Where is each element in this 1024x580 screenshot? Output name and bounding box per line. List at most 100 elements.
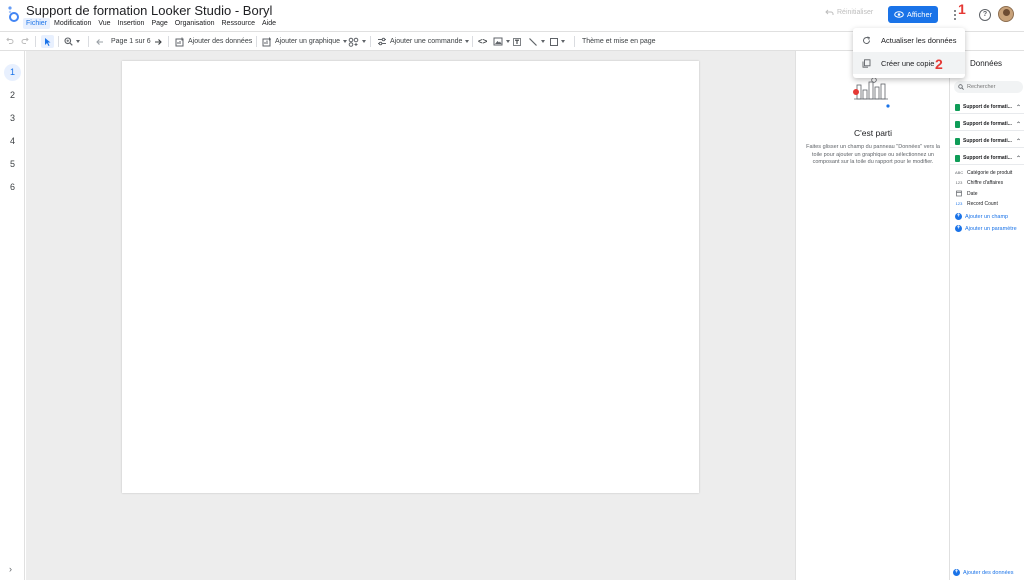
google-sheets-icon: [955, 103, 960, 111]
community-viz-button[interactable]: [348, 35, 366, 48]
chevron-right-icon[interactable]: ›: [9, 564, 12, 574]
eye-icon: [894, 11, 904, 18]
menu-organisation[interactable]: Organisation: [172, 18, 218, 29]
data-source-name: Support de formati...: [963, 155, 1012, 161]
page-thumb-4[interactable]: 4: [4, 133, 21, 150]
header: Support de formation Looker Studio - Bor…: [0, 0, 1024, 31]
add-data-label: Ajouter des données: [188, 38, 253, 45]
page-thumb-5[interactable]: 5: [4, 156, 21, 173]
menu-bar: Fichier Modification Vue Insertion Page …: [23, 18, 280, 29]
plus-circle-icon: +: [953, 569, 960, 576]
menu-insertion[interactable]: Insertion: [115, 18, 148, 29]
menu-fichier[interactable]: Fichier: [23, 18, 51, 29]
add-parameter-button[interactable]: + Ajouter un paramètre: [955, 224, 1017, 233]
page-thumb-2[interactable]: 2: [4, 87, 21, 104]
view-button[interactable]: Afficher: [888, 6, 938, 23]
zoom-icon: [64, 37, 73, 46]
google-sheets-icon: [955, 154, 960, 162]
data-source-row[interactable]: Support de formati... ⌃: [950, 118, 1024, 131]
looker-studio-app: Support de formation Looker Studio - Bor…: [0, 0, 1024, 580]
add-chart-button[interactable]: Ajouter un graphique: [262, 35, 347, 48]
text-box-button[interactable]: [512, 35, 522, 48]
chevron-down-icon: [362, 40, 366, 43]
data-source-row[interactable]: Support de formati... ⌃: [950, 135, 1024, 148]
chevron-down-icon: [541, 40, 545, 43]
embed-code-icon[interactable]: <>: [478, 35, 487, 48]
expand-collapse-icon[interactable]: ⌃: [1016, 121, 1021, 128]
field-row[interactable]: 123 Record Count: [955, 199, 998, 208]
next-page-button[interactable]: [154, 35, 162, 48]
undo-arrow-icon: [825, 9, 834, 15]
search-icon: [958, 84, 964, 90]
undo-icon[interactable]: [6, 37, 14, 45]
add-data-button[interactable]: Ajouter des données: [175, 35, 252, 48]
menu-aide[interactable]: Aide: [259, 18, 279, 29]
reset-button[interactable]: Réinitialiser: [825, 9, 873, 16]
field-name: Date: [967, 190, 978, 197]
data-search-box[interactable]: [954, 81, 1023, 93]
expand-collapse-icon[interactable]: ⌃: [1016, 138, 1021, 145]
make-copy-menu-item[interactable]: Créer une copie: [853, 52, 965, 74]
add-data-footer-button[interactable]: + Ajouter des données: [953, 568, 1013, 577]
field-name: Record Count: [967, 200, 998, 207]
menu-vue[interactable]: Vue: [95, 18, 113, 29]
menu-page[interactable]: Page: [148, 18, 170, 29]
add-field-label: Ajouter un champ: [965, 213, 1009, 220]
page-thumb-6[interactable]: 6: [4, 179, 21, 196]
page-thumb-3[interactable]: 3: [4, 110, 21, 127]
field-row[interactable]: Date: [955, 189, 978, 198]
chevron-down-icon: [343, 40, 347, 43]
report-title[interactable]: Support de formation Looker Studio - Bor…: [26, 3, 272, 18]
shape-button[interactable]: [550, 35, 565, 48]
add-control-icon: [378, 37, 386, 46]
add-data-icon: [175, 37, 184, 46]
help-icon[interactable]: ?: [979, 9, 991, 21]
avatar[interactable]: [998, 6, 1014, 22]
make-copy-label: Créer une copie: [881, 58, 935, 68]
looker-studio-logo-icon[interactable]: [6, 5, 20, 23]
page-rail: 1 2 3 4 5 6 ›: [0, 51, 25, 580]
cursor-arrow-icon: [45, 38, 51, 46]
view-label: Afficher: [906, 10, 933, 19]
add-control-button[interactable]: Ajouter une commande: [377, 35, 470, 48]
menu-modification[interactable]: Modification: [51, 18, 94, 29]
google-sheets-icon: [955, 120, 960, 128]
add-chart-label: Ajouter un graphique: [275, 38, 340, 45]
reset-label: Réinitialiser: [837, 9, 874, 16]
field-row[interactable]: ABC Catégorie de produit: [955, 168, 1012, 177]
search-input[interactable]: [967, 84, 1019, 90]
add-control-label: Ajouter une commande: [390, 38, 463, 45]
line-icon: [529, 37, 537, 46]
theme-layout-button[interactable]: Thème et mise en page: [582, 35, 656, 48]
field-row[interactable]: 123 Chiffre d'affaires: [955, 178, 1003, 187]
community-components-icon: [348, 37, 359, 47]
prev-page-button[interactable]: [96, 35, 104, 48]
properties-panel: C'est parti Faites glisser un champ du p…: [795, 51, 949, 580]
image-button[interactable]: [493, 35, 510, 48]
canvas-area: [26, 51, 795, 580]
data-source-name: Support de formati...: [963, 138, 1012, 144]
add-chart-icon: [262, 37, 271, 46]
rectangle-icon: [550, 37, 558, 46]
expand-collapse-icon[interactable]: ⌃: [1016, 104, 1021, 111]
add-parameter-label: Ajouter un paramètre: [965, 225, 1017, 232]
expand-collapse-icon[interactable]: ⌃: [1016, 155, 1021, 162]
refresh-data-menu-item[interactable]: Actualiser les données: [853, 29, 965, 51]
data-source-row[interactable]: Support de formati... ⌃: [950, 101, 1024, 114]
report-page[interactable]: [122, 61, 699, 493]
line-button[interactable]: [528, 35, 545, 48]
page-thumb-1[interactable]: 1: [4, 64, 21, 81]
data-source-row[interactable]: Support de formati... ⌃: [950, 152, 1024, 165]
text-box-icon: [513, 37, 521, 46]
calendar-icon: [956, 190, 962, 197]
add-field-button[interactable]: + Ajouter un champ: [955, 212, 1008, 221]
getting-started-illustration-icon: [853, 77, 890, 108]
more-options-menu: Actualiser les données Créer une copie: [853, 28, 965, 78]
redo-icon[interactable]: [21, 37, 29, 45]
menu-ressource[interactable]: Ressource: [219, 18, 258, 29]
properties-description: Faites glisser un champ du panneau "Donn…: [806, 144, 940, 165]
zoom-control[interactable]: [64, 35, 80, 48]
chevron-down-icon: [76, 40, 80, 43]
annotation-1: 1: [958, 1, 966, 17]
select-tool[interactable]: [41, 35, 54, 48]
